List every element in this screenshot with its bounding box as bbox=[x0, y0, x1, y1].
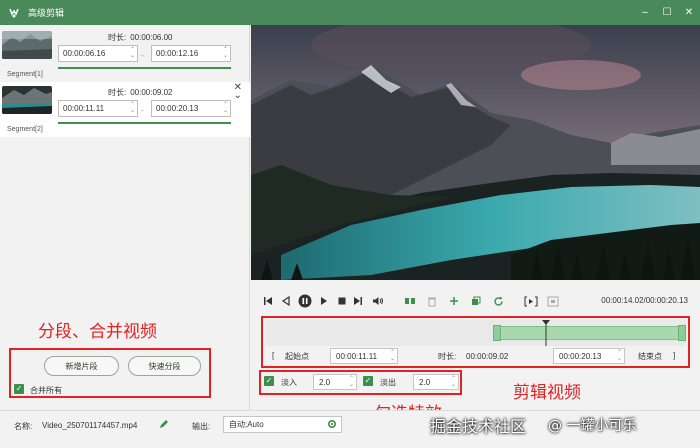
trim-start-input[interactable]: 00:00:11.11 ⌃ ⌄ bbox=[330, 348, 398, 364]
title-bar: 高级剪辑 – ☐ ✕ bbox=[0, 0, 700, 25]
next-frame-icon[interactable] bbox=[317, 294, 331, 308]
minimize-button[interactable]: – bbox=[634, 0, 656, 25]
volume-icon[interactable] bbox=[371, 294, 385, 308]
segment-item[interactable]: Segment[2] 时长: 00:00:09.02 00:00:11.11 ⌃ ⌄… bbox=[0, 82, 250, 137]
player-controls: 00:00:14.02/00:00:20.13 bbox=[251, 290, 700, 312]
segment-progress bbox=[58, 122, 231, 124]
bracket-left-icon: [ bbox=[272, 351, 275, 360]
skip-end-icon[interactable] bbox=[351, 294, 365, 308]
segment-label: Segment[2] bbox=[7, 126, 43, 133]
output-bar: 名称: Video_250701174457.mp4 输出: 自动;Auto 掘… bbox=[0, 410, 700, 448]
fade-out-checkbox[interactable]: ✓ bbox=[363, 376, 373, 386]
set-start-button[interactable]: 起始点 bbox=[285, 351, 309, 362]
fade-in-input[interactable]: 2.0 ⌃ ⌄ bbox=[313, 374, 357, 390]
add-icon[interactable] bbox=[447, 294, 461, 308]
stepper-icon[interactable]: ⌃ ⌄ bbox=[349, 376, 354, 388]
trim-end-handle[interactable] bbox=[678, 325, 686, 341]
quick-split-button[interactable]: 快速分段 bbox=[128, 356, 201, 376]
stepper-icon[interactable]: ⌃ ⌄ bbox=[451, 376, 456, 388]
trim-end-input[interactable]: 00:00:20.13 ⌃ ⌄ bbox=[553, 348, 625, 364]
segment-progress bbox=[58, 67, 231, 69]
stepper-icon[interactable]: ⌃ ⌄ bbox=[130, 102, 135, 114]
edit-name-icon[interactable] bbox=[159, 419, 169, 431]
output-select[interactable]: 自动;Auto bbox=[223, 416, 342, 433]
segment-end-input[interactable]: 00:00:20.13 ⌃ ⌄ bbox=[151, 100, 231, 117]
annotation-split-merge: 分段、合并视频 bbox=[38, 322, 157, 342]
segment-item[interactable]: Segment[1] 时长: 00:00:06.00 00:00:06.16 ⌃ ⌄… bbox=[0, 27, 250, 82]
merge-all-checkbox[interactable]: ✓ bbox=[14, 384, 24, 394]
trim-timeline[interactable] bbox=[266, 320, 686, 346]
playhead-icon[interactable] bbox=[542, 320, 550, 346]
snapshot-icon[interactable] bbox=[545, 294, 561, 308]
window-title: 高级剪辑 bbox=[28, 8, 65, 18]
watermark-author: @ 一罐小可乐 bbox=[548, 418, 637, 434]
copy-icon[interactable] bbox=[469, 294, 483, 308]
set-end-button[interactable]: 结束点 bbox=[638, 351, 662, 362]
merge-all-label: 合并所有 bbox=[30, 386, 62, 395]
segment-start-input[interactable]: 00:00:11.11 ⌃ ⌄ bbox=[58, 100, 138, 117]
fade-out-input[interactable]: 2.0 ⌃ ⌄ bbox=[413, 374, 459, 390]
trim-duration-value: 00:00:09.02 bbox=[466, 351, 509, 361]
stepper-icon[interactable]: ⌃ ⌄ bbox=[223, 102, 228, 114]
file-name-label: 名称: bbox=[14, 422, 33, 431]
bracket-right-icon: ] bbox=[673, 351, 676, 360]
fade-in-checkbox[interactable]: ✓ bbox=[264, 376, 274, 386]
delete-icon[interactable] bbox=[425, 294, 439, 308]
video-preview[interactable] bbox=[251, 25, 700, 280]
close-window-button[interactable]: ✕ bbox=[678, 0, 700, 25]
trim-start-handle[interactable] bbox=[493, 325, 501, 341]
segment-panel: Segment[1] 时长: 00:00:06.00 00:00:06.16 ⌃ ⌄… bbox=[0, 25, 250, 410]
fade-in-label: 淡入 bbox=[281, 378, 297, 387]
segment-end-input[interactable]: 00:00:12.16 ⌃ ⌄ bbox=[151, 45, 231, 62]
stop-icon[interactable] bbox=[335, 294, 349, 308]
app-logo-icon bbox=[8, 7, 20, 19]
stepper-icon[interactable]: ⌃ ⌄ bbox=[390, 350, 395, 362]
watermark-site: 掘金技术社区 bbox=[430, 417, 527, 436]
playback-timecode: 00:00:14.02/00:00:20.13 bbox=[601, 296, 688, 305]
fade-out-label: 淡出 bbox=[380, 378, 396, 387]
segment-duration: 时长: 00:00:09.02 bbox=[108, 88, 173, 97]
segment-start-input[interactable]: 00:00:06.16 ⌃ ⌄ bbox=[58, 45, 138, 62]
file-name-value: Video_250701174457.mp4 bbox=[42, 421, 138, 430]
annotation-trim-video: 剪辑视频 bbox=[513, 383, 581, 403]
previous-frame-icon[interactable] bbox=[279, 294, 293, 308]
output-label: 输出: bbox=[192, 422, 211, 431]
video-frame-image bbox=[251, 25, 700, 280]
trim-duration-label: 时长: bbox=[438, 352, 457, 361]
trim-range[interactable] bbox=[495, 326, 685, 340]
segment-thumbnail bbox=[2, 31, 52, 59]
segment-label: Segment[1] bbox=[7, 71, 43, 78]
mark-in-out-icon[interactable] bbox=[523, 294, 539, 308]
segment-thumbnail bbox=[2, 86, 52, 114]
gear-icon[interactable] bbox=[327, 419, 337, 431]
add-segment-button[interactable]: 新增片段 bbox=[44, 356, 119, 376]
pause-icon[interactable] bbox=[297, 294, 313, 308]
stepper-icon[interactable]: ⌃ ⌄ bbox=[223, 47, 228, 59]
split-icon[interactable] bbox=[403, 294, 417, 308]
stepper-icon[interactable]: ⌃ ⌄ bbox=[617, 350, 622, 362]
remove-segment-icon[interactable]: ✕ ⌄ bbox=[234, 83, 242, 101]
segment-duration: 时长: 00:00:06.00 bbox=[108, 33, 173, 42]
stepper-icon[interactable]: ⌃ ⌄ bbox=[130, 47, 135, 59]
skip-start-icon[interactable] bbox=[261, 294, 275, 308]
reset-icon[interactable] bbox=[491, 294, 505, 308]
maximize-button[interactable]: ☐ bbox=[656, 0, 678, 25]
